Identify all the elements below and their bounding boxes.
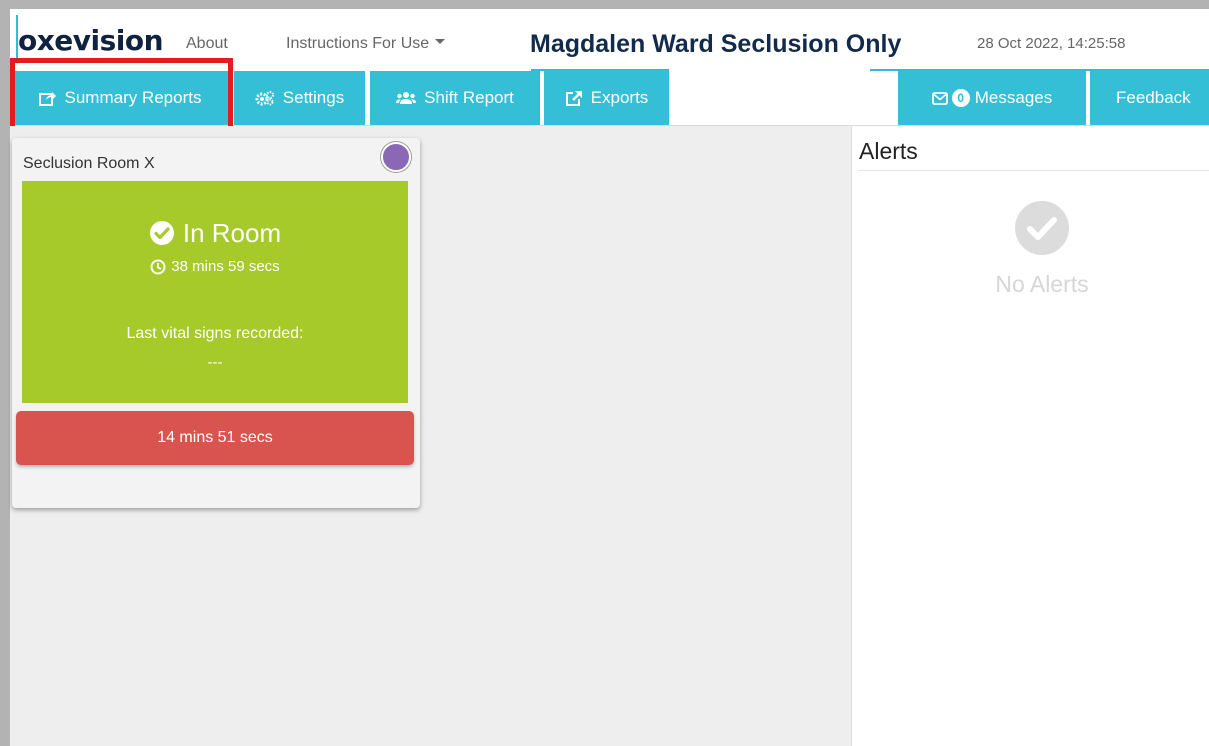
status-indicator-dot[interactable]	[381, 142, 411, 172]
check-circle-icon	[149, 220, 175, 246]
external-link-icon	[565, 90, 583, 106]
about-link[interactable]: About	[186, 34, 228, 54]
settings-label: Settings	[282, 88, 345, 107]
room-card[interactable]: Seclusion Room X In Room 38 mins 59 secs…	[12, 138, 420, 508]
clock-icon	[150, 259, 166, 275]
settings-button[interactable]: Settings	[234, 71, 365, 125]
current-datetime: 28 Oct 2022, 14:25:58	[977, 35, 1126, 52]
alerts-title: Alerts	[859, 138, 918, 164]
vitals-label: Last vital signs recorded:	[126, 325, 304, 342]
room-duration: 38 mins 59 secs	[22, 257, 408, 277]
room-status: In Room	[22, 217, 408, 249]
instructions-for-use-dropdown[interactable]: Instructions For Use	[286, 34, 446, 54]
caret-down-icon	[435, 39, 446, 45]
no-alerts-text: No Alerts	[995, 271, 1089, 297]
summary-reports-label: Summary Reports	[64, 88, 202, 107]
shift-report-label: Shift Report	[424, 88, 514, 107]
room-name: Seclusion Room X	[23, 155, 155, 172]
room-duration-text: 38 mins 59 secs	[171, 258, 280, 275]
room-status-label: In Room	[182, 218, 282, 248]
main-nav: Summary Reports Settings Shift Report Ex…	[10, 71, 1209, 126]
feedback-button[interactable]: Feedback	[1090, 71, 1209, 125]
ward-title: Magdalen Ward Seclusion Only	[530, 30, 902, 58]
alerts-panel: Alerts No Alerts	[852, 126, 1209, 746]
instructions-label: Instructions For Use	[286, 35, 430, 52]
users-icon	[396, 91, 417, 105]
messages-label: Messages	[974, 88, 1053, 107]
messages-count-badge: 0	[951, 89, 970, 107]
shift-report-button[interactable]: Shift Report	[370, 71, 540, 125]
check-circle-icon	[1014, 200, 1070, 256]
app-header: oxevision About Instructions For Use Mag…	[10, 9, 1209, 71]
rooms-panel: Seclusion Room X In Room 38 mins 59 secs…	[10, 126, 851, 746]
room-status-panel[interactable]: In Room 38 mins 59 secs Last vital signs…	[22, 181, 408, 403]
envelope-icon	[931, 91, 948, 105]
cogs-icon	[255, 90, 275, 106]
oxevision-logo[interactable]: oxevision	[18, 21, 164, 61]
share-square-icon	[38, 90, 57, 106]
window-frame-top	[0, 0, 1209, 9]
alerts-divider	[858, 170, 1209, 171]
vitals-value: ---	[207, 354, 223, 371]
exports-label: Exports	[590, 88, 649, 107]
messages-button[interactable]: 0 Messages	[898, 71, 1086, 125]
window-frame-left	[0, 0, 10, 746]
summary-reports-button[interactable]: Summary Reports	[10, 71, 230, 125]
observation-timer-bar[interactable]: 14 mins 51 secs	[16, 411, 414, 465]
exports-button[interactable]: Exports	[544, 71, 669, 125]
